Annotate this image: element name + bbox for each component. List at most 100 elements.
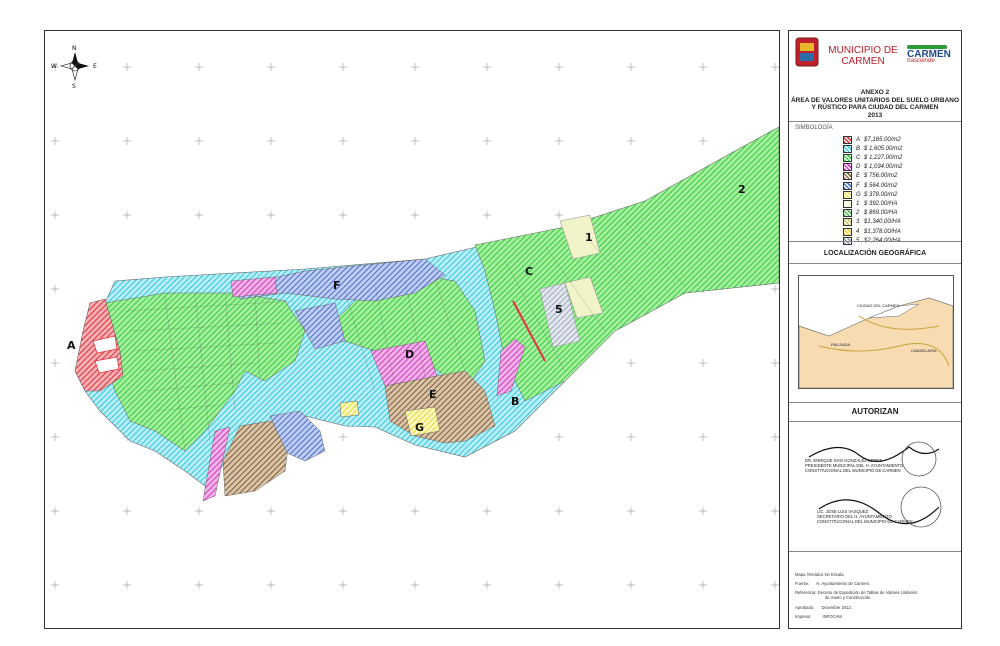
zone-label-2: 2 xyxy=(738,183,746,196)
footer-note: Mapa Temático sin Escala xyxy=(795,572,844,577)
grid-cross xyxy=(195,63,203,71)
grid-cross xyxy=(555,433,563,441)
grid-cross xyxy=(699,359,707,367)
grid-cross xyxy=(51,507,59,515)
footer-fuente: Fuente: H. Ayuntamiento de Carmen. xyxy=(795,581,871,586)
grid-cross xyxy=(267,581,275,589)
legend-item-2: 2 $ 869.00/HA xyxy=(843,209,897,218)
grid-cross xyxy=(627,359,635,367)
grid-cross xyxy=(267,137,275,145)
grid-cross xyxy=(51,285,59,293)
legend-value: $ 869.00/HA xyxy=(864,210,898,217)
legend-item-4: 4 $1,378.00/HA xyxy=(843,227,901,236)
legend-value: $7,165.00/m2 xyxy=(864,136,901,143)
grid-cross xyxy=(771,285,779,293)
grid-cross xyxy=(123,507,131,515)
legend-item-D: D $ 1,034.00/m2 xyxy=(843,163,902,172)
grid-cross xyxy=(195,581,203,589)
grid-cross xyxy=(555,137,563,145)
footer-impreso: Impreso: INFOCAM xyxy=(795,614,842,619)
legend-item-A: A $7,165.00/m2 xyxy=(843,135,901,144)
inset-label-candelaria: CANDELARIA xyxy=(911,348,937,353)
legend-value: $ 1,227.00/m2 xyxy=(864,154,903,161)
zone-g-small xyxy=(339,400,360,418)
grid-cross xyxy=(195,507,203,515)
grid-cross xyxy=(51,359,59,367)
grid-cross xyxy=(771,581,779,589)
grid-cross xyxy=(699,433,707,441)
legend-swatch xyxy=(843,190,852,199)
legend-swatch xyxy=(843,227,852,236)
legend-value: $ 756.00/m2 xyxy=(864,173,898,180)
compass-s: S xyxy=(72,83,76,90)
grid-cross xyxy=(267,507,275,515)
grid-cross xyxy=(699,137,707,145)
legend-code: D xyxy=(856,164,861,171)
signature-2-text: LIC. JOSE LUIS VASQUEZ SECRETARIO DEL H.… xyxy=(817,509,913,524)
grid-cross xyxy=(555,211,563,219)
grid-cross xyxy=(627,137,635,145)
grid-cross xyxy=(483,507,491,515)
grid-cross xyxy=(699,507,707,515)
carmen-logo: CARMEN trasciende xyxy=(907,45,959,64)
legend-value: $ 392.00/HA xyxy=(864,200,898,207)
location-heading: LOCALIZACIÓN GEOGRÁFICA xyxy=(823,250,927,257)
grid-cross xyxy=(195,211,203,219)
grid-cross xyxy=(123,581,131,589)
grid-cross xyxy=(411,581,419,589)
grid-cross xyxy=(339,137,347,145)
legend-swatch xyxy=(843,199,852,208)
legend-code: B xyxy=(856,145,861,152)
grid-cross xyxy=(771,359,779,367)
grid-cross xyxy=(339,433,347,441)
grid-cross xyxy=(51,581,59,589)
legend-code: A xyxy=(856,136,861,143)
grid-cross xyxy=(699,63,707,71)
location-inset-map xyxy=(798,275,954,389)
grid-cross xyxy=(339,581,347,589)
grid-cross xyxy=(771,507,779,515)
grid-cross xyxy=(339,63,347,71)
legend-code: 4 xyxy=(856,228,860,235)
legend-code: 1 xyxy=(856,200,860,207)
zone-label-5: 5 xyxy=(555,303,563,316)
grid-cross xyxy=(123,63,131,71)
legend-swatch xyxy=(843,163,852,172)
authorize-heading: AUTORIZAN xyxy=(851,407,899,416)
legend-code: C xyxy=(856,154,861,161)
legend-item-1: 1 $ 392.00/HA xyxy=(843,199,897,208)
legend-value: $1,378.00/HA xyxy=(864,228,901,235)
grid-cross xyxy=(483,581,491,589)
legend-code: 2 xyxy=(856,210,860,217)
grid-cross xyxy=(555,581,563,589)
legend-value: $ 378.00/m2 xyxy=(864,191,898,198)
legend-code: G xyxy=(856,191,861,198)
grid-cross xyxy=(339,507,347,515)
legend-value: $ 564.00/m2 xyxy=(864,182,898,189)
legend-swatch xyxy=(843,181,852,190)
grid-cross xyxy=(771,63,779,71)
map-frame[interactable]: A B C D E F G 1 2 5 N S E W xyxy=(44,30,780,629)
grid-cross xyxy=(699,581,707,589)
map-canvas[interactable]: A B C D E F G 1 2 5 xyxy=(45,31,779,628)
grid-cross xyxy=(411,63,419,71)
grid-cross xyxy=(555,63,563,71)
zone-label-D: D xyxy=(405,348,414,361)
signature-1-text: DR. ENRIQUE IVAN GONZÁLEZ LÓPEZ PRESIDEN… xyxy=(805,458,904,473)
legend-item-3: 3 $1,340.00/HA xyxy=(843,218,901,227)
grid-cross xyxy=(267,63,275,71)
legend-value: $ 1,605.00/m2 xyxy=(864,145,903,152)
legend-swatch xyxy=(843,153,852,162)
grid-cross xyxy=(483,63,491,71)
footer-aprobado: Aprobado: Diciembre 2012. xyxy=(795,605,852,610)
grid-cross xyxy=(411,211,419,219)
compass-e: E xyxy=(93,63,97,70)
annex-title: ANEXO 2 ÁREA DE VALORES UNITARIOS DEL SU… xyxy=(790,89,960,119)
grid-cross xyxy=(123,211,131,219)
grid-cross xyxy=(123,137,131,145)
legend-code: F xyxy=(856,182,860,189)
zone-label-1: 1 xyxy=(585,231,593,244)
grid-cross xyxy=(51,433,59,441)
grid-cross xyxy=(411,137,419,145)
legend-item-F: F $ 564.00/m2 xyxy=(843,181,897,190)
